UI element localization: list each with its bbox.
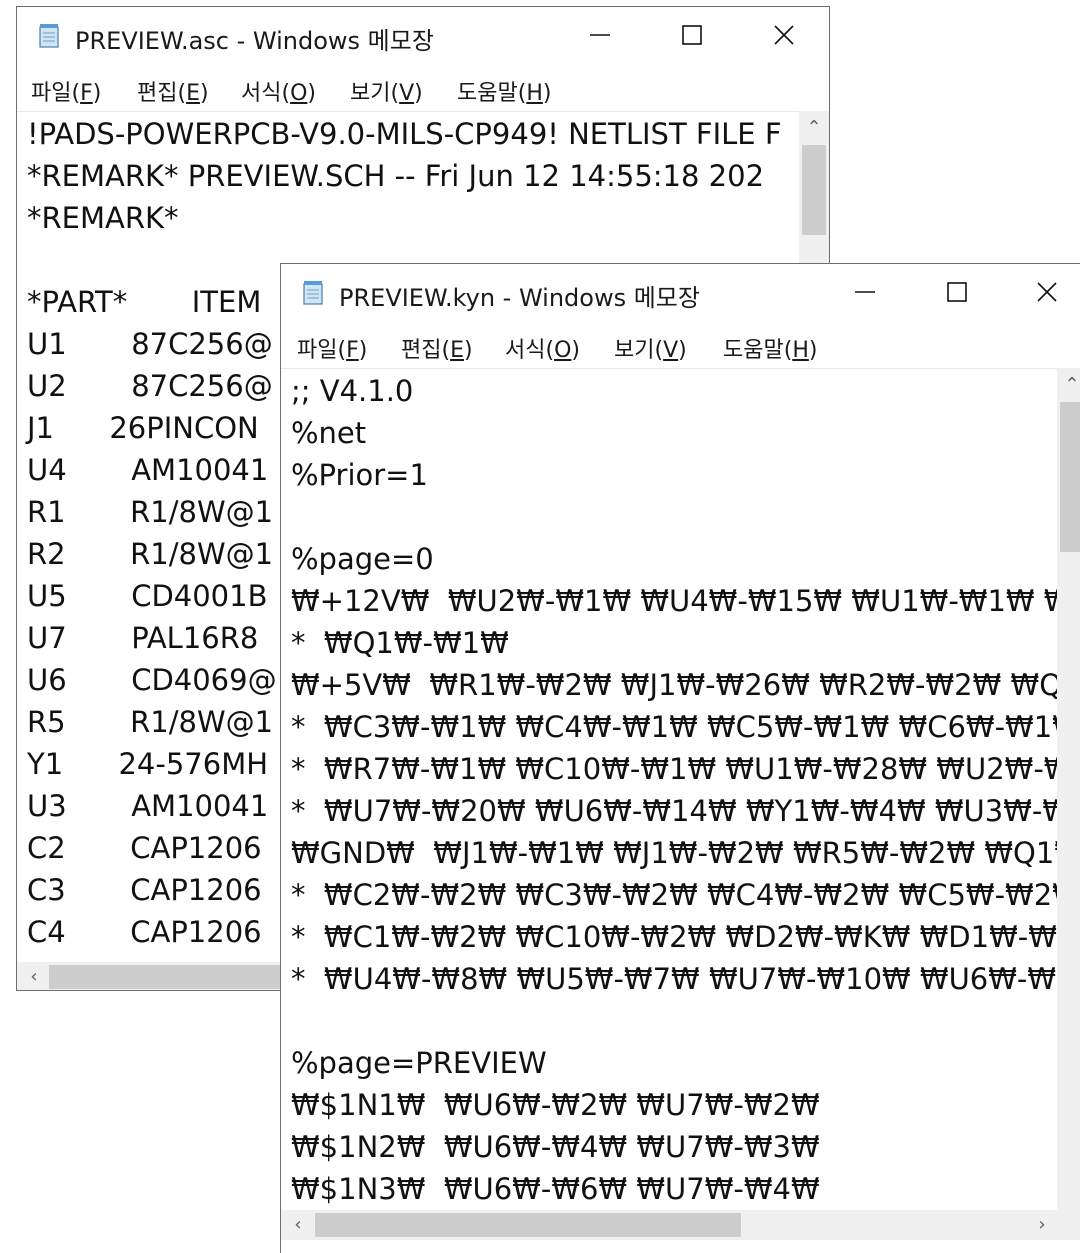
scroll-left-arrow-icon[interactable]: ‹ xyxy=(283,1210,313,1240)
text-line: *REMARK* PREVIEW.SCH -- Fri Jun 12 14:55… xyxy=(27,159,765,193)
text-line: * ₩R7₩-₩1₩ ₩C10₩-₩1₩ ₩U1₩-₩28₩ ₩U2₩-₩28 xyxy=(291,752,1057,786)
text-line: C2 CAP1206 xyxy=(27,831,262,865)
text-editor[interactable]: ;; V4.1.0 %net %Prior=1 %page=0 ₩+12V₩ ₩… xyxy=(281,368,1057,1211)
scroll-up-arrow-icon[interactable]: ⌃ xyxy=(1057,370,1080,400)
text-line: %page=PREVIEW xyxy=(291,1046,547,1080)
text-line: * ₩C2₩-₩2₩ ₩C3₩-₩2₩ ₩C4₩-₩2₩ ₩C5₩-₩2₩ ₩ xyxy=(291,878,1057,912)
text-line: ₩+12V₩ ₩U2₩-₩1₩ ₩U4₩-₩15₩ ₩U1₩-₩1₩ ₩U3 xyxy=(291,584,1057,618)
text-line: ₩+5V₩ ₩R1₩-₩2₩ ₩J1₩-₩26₩ ₩R2₩-₩2₩ ₩Q1₩ xyxy=(291,668,1057,702)
text-line: ;; V4.1.0 xyxy=(291,374,414,408)
maximize-icon xyxy=(947,282,967,302)
text-line: U4 AM10041 xyxy=(27,453,269,487)
window-title: PREVIEW.asc - Windows 메모장 xyxy=(75,27,434,55)
text-line: R1 R1/8W@1 xyxy=(27,495,274,529)
text-line: J1 26PINCON xyxy=(27,411,259,445)
text-line: C4 CAP1206 xyxy=(27,915,262,949)
scroll-up-arrow-icon[interactable]: ⌃ xyxy=(799,113,829,143)
text-line: !PADS-POWERPCB-V9.0-MILS-CP949! NETLIST … xyxy=(27,117,782,151)
horizontal-scrollbar[interactable]: ‹ › xyxy=(281,1210,1080,1240)
close-button[interactable] xyxy=(1001,264,1080,322)
text-line: %net xyxy=(291,416,367,450)
close-icon xyxy=(774,25,794,45)
notepad-icon xyxy=(39,24,59,48)
menu-edit[interactable]: 편집(E) xyxy=(401,332,473,364)
menu-view[interactable]: 보기(V) xyxy=(614,332,687,364)
text-line: * ₩Q1₩-₩1₩ xyxy=(291,626,509,660)
scrollbar-thumb[interactable] xyxy=(802,145,826,235)
menu-file[interactable]: 파일(F) xyxy=(297,332,367,364)
text-line: ₩$1N1₩ ₩U6₩-₩2₩ ₩U7₩-₩2₩ xyxy=(291,1088,820,1122)
text-line: U5 CD4001B xyxy=(27,579,268,613)
text-line: ₩$1N3₩ ₩U6₩-₩6₩ ₩U7₩-₩4₩ xyxy=(291,1172,820,1206)
menu-help[interactable]: 도움말(H) xyxy=(457,75,551,107)
text-line: U2 87C256@ xyxy=(27,369,273,403)
menu-bar: 파일(F) 편집(E) 서식(O) 보기(V) 도움말(H) xyxy=(17,65,829,111)
scroll-right-arrow-icon[interactable]: › xyxy=(1027,1210,1057,1240)
text-line: C3 CAP1206 xyxy=(27,873,262,907)
minimize-button[interactable] xyxy=(819,264,911,322)
maximize-icon xyxy=(682,25,702,45)
text-line: * ₩C1₩-₩2₩ ₩C10₩-₩2₩ ₩D2₩-₩K₩ ₩D1₩-₩K₩ xyxy=(291,920,1057,954)
menu-view[interactable]: 보기(V) xyxy=(350,75,423,107)
close-button[interactable] xyxy=(738,7,829,65)
text-line: %Prior=1 xyxy=(291,458,428,492)
minimize-icon xyxy=(590,34,610,36)
menu-file[interactable]: 파일(F) xyxy=(31,75,101,107)
text-line: * ₩C3₩-₩1₩ ₩C4₩-₩1₩ ₩C5₩-₩1₩ ₩C6₩-₩1₩ ₩ xyxy=(291,710,1057,744)
vertical-scrollbar[interactable]: ⌃ xyxy=(1057,368,1080,1210)
text-line: U3 AM10041 xyxy=(27,789,269,823)
maximize-button[interactable] xyxy=(911,264,1003,322)
text-line: %page=0 xyxy=(291,542,434,576)
notepad-window-kyn[interactable]: PREVIEW.kyn - Windows 메모장 파일(F) 편집(E) 서식… xyxy=(280,263,1080,1253)
title-bar[interactable]: PREVIEW.asc - Windows 메모장 xyxy=(17,7,829,65)
minimize-button[interactable] xyxy=(554,7,646,65)
notepad-icon xyxy=(303,281,323,305)
text-line: *REMARK* xyxy=(27,201,179,235)
scrollbar-thumb[interactable] xyxy=(315,1213,741,1237)
menu-edit[interactable]: 편집(E) xyxy=(137,75,209,107)
text-line: ₩GND₩ ₩J1₩-₩1₩ ₩J1₩-₩2₩ ₩R5₩-₩2₩ ₩Q1₩- xyxy=(291,836,1057,870)
title-bar[interactable]: PREVIEW.kyn - Windows 메모장 xyxy=(281,264,1080,322)
window-title: PREVIEW.kyn - Windows 메모장 xyxy=(339,284,700,312)
text-line: Y1 24-576MH xyxy=(27,747,269,781)
text-line: * ₩U7₩-₩20₩ ₩U6₩-₩14₩ ₩Y1₩-₩4₩ ₩U3₩-₩16 xyxy=(291,794,1057,828)
minimize-icon xyxy=(855,291,875,293)
text-line: *PART* ITEM xyxy=(27,285,262,319)
scrollbar-thumb[interactable] xyxy=(1060,402,1080,552)
text-line: R5 R1/8W@1 xyxy=(27,705,274,739)
text-line: U7 PAL16R8 xyxy=(27,621,259,655)
menu-bar: 파일(F) 편집(E) 서식(O) 보기(V) 도움말(H) xyxy=(281,322,1080,368)
menu-help[interactable]: 도움말(H) xyxy=(723,332,817,364)
scroll-left-arrow-icon[interactable]: ‹ xyxy=(19,962,49,990)
text-line: U6 CD4069@ xyxy=(27,663,277,697)
menu-format[interactable]: 서식(O) xyxy=(241,75,316,107)
text-line: ₩$1N2₩ ₩U6₩-₩4₩ ₩U7₩-₩3₩ xyxy=(291,1130,820,1164)
scrollbar-thumb[interactable] xyxy=(49,965,289,989)
close-icon xyxy=(1037,282,1057,302)
text-line: U1 87C256@ xyxy=(27,327,273,361)
text-line: * ₩U4₩-₩8₩ ₩U5₩-₩7₩ ₩U7₩-₩10₩ ₩U6₩-₩7₩ xyxy=(291,962,1057,996)
menu-format[interactable]: 서식(O) xyxy=(505,332,580,364)
maximize-button[interactable] xyxy=(646,7,738,65)
text-line: R2 R1/8W@1 xyxy=(27,537,274,571)
